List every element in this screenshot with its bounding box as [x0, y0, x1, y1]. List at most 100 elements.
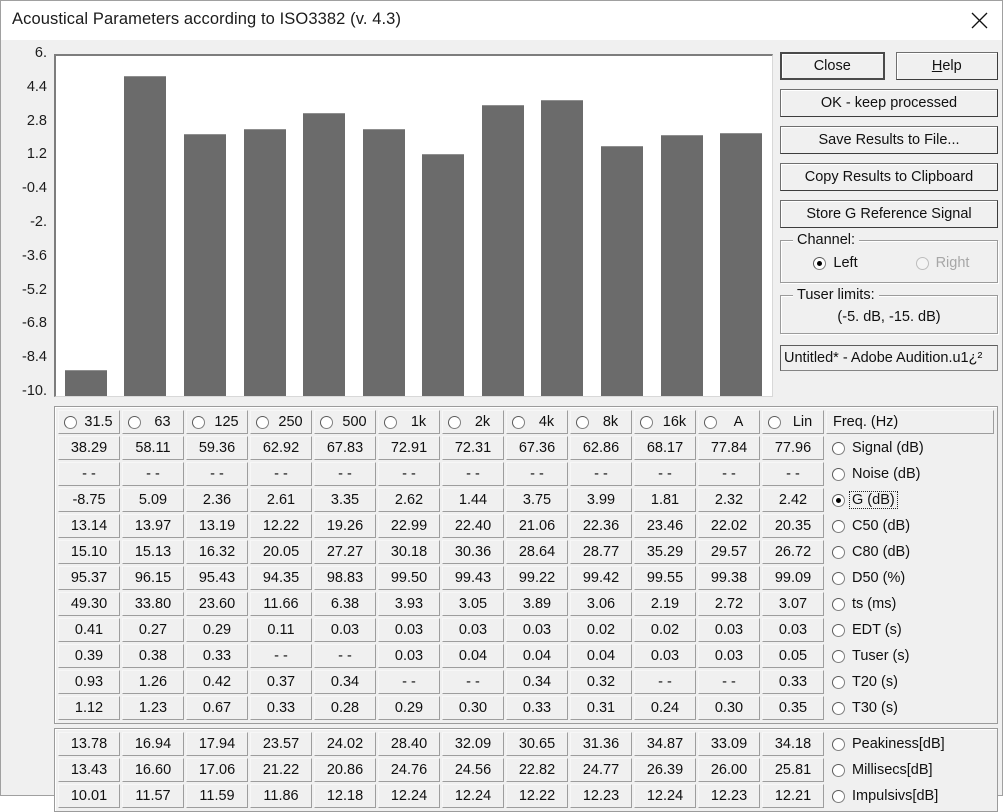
table-cell: 77.84 [698, 436, 760, 460]
parameter-label: Noise (dB) [852, 466, 921, 482]
radio-icon-impulsivs-db[interactable] [832, 789, 845, 803]
parameter-option-noise-db[interactable]: Noise (dB) [826, 462, 994, 486]
table-cell: 38.29 [58, 436, 120, 460]
table-cell: 62.86 [570, 436, 632, 460]
table-row: - -- -- -- -- -- -- -- -- -- -- -- - Nois… [57, 461, 995, 487]
radio-icon-column-8k[interactable] [576, 415, 589, 429]
radio-icon-noise-db[interactable] [832, 467, 845, 481]
column-header-label: 2k [474, 414, 491, 430]
close-dialog-button[interactable]: Close [780, 52, 885, 80]
close-button[interactable] [956, 1, 1002, 39]
table-cell: 0.33 [250, 696, 312, 720]
table-cell: 33.09 [698, 732, 760, 756]
column-header-250[interactable]: 250 [250, 410, 312, 434]
column-header-label: 63 [154, 414, 171, 430]
radio-icon-column-250[interactable] [256, 415, 269, 429]
radio-icon-column-Lin[interactable] [768, 415, 781, 429]
parameter-option-t20-s[interactable]: T20 (s) [826, 670, 994, 694]
parameter-option-tuser-s[interactable]: Tuser (s) [826, 644, 994, 668]
table-cell: 0.41 [58, 618, 120, 642]
y-axis-tick-label: -6.8 [22, 315, 47, 332]
table-cell: 1.26 [122, 670, 184, 694]
radio-icon-column-500[interactable] [320, 415, 333, 429]
radio-icon-g-db[interactable] [832, 493, 845, 507]
radio-icon-right[interactable] [915, 256, 929, 270]
help-button[interactable]: Help [895, 52, 998, 80]
radio-icon-edt-s[interactable] [832, 623, 845, 637]
table-cell: 95.43 [186, 566, 248, 590]
radio-icon-column-2k[interactable] [448, 415, 461, 429]
store-g-reference-signal-button[interactable]: Store G Reference Signal [780, 200, 998, 228]
channel-left-option[interactable]: Left [787, 255, 884, 271]
table-cell: 32.09 [442, 732, 504, 756]
close-help-row: Close Help [780, 52, 998, 80]
table-cell: 0.29 [186, 618, 248, 642]
title-bar: Acoustical Parameters according to ISO33… [1, 1, 1002, 40]
tuser-limits-label: Tuser limits: [793, 287, 879, 303]
table-cell: 13.78 [58, 732, 120, 756]
radio-icon-column-63[interactable] [128, 415, 141, 429]
radio-icon-d50[interactable] [832, 571, 845, 585]
radio-icon-column-4k[interactable] [512, 415, 525, 429]
table-cell: 0.05 [762, 644, 824, 668]
parameter-option-impulsivs-db[interactable]: Impulsivs[dB] [826, 784, 994, 808]
column-header-63[interactable]: 63 [122, 410, 184, 434]
radio-icon-column-16k[interactable] [640, 415, 653, 429]
y-axis-tick-label: 4.4 [26, 78, 47, 95]
column-header-4k[interactable]: 4k [506, 410, 568, 434]
table-cell: 15.10 [58, 540, 120, 564]
table-cell: 0.03 [634, 644, 696, 668]
column-header-2k[interactable]: 2k [442, 410, 504, 434]
table-cell: 99.22 [506, 566, 568, 590]
ok-keep-processed-button[interactable]: OK - keep processed [780, 89, 998, 117]
radio-icon-t20-s[interactable] [832, 675, 845, 689]
table-cell: - - [698, 670, 760, 694]
parameter-option-millisecs-db[interactable]: Millisecs[dB] [826, 758, 994, 782]
table-cell: 20.86 [314, 758, 376, 782]
column-header-125[interactable]: 125 [186, 410, 248, 434]
radio-icon-column-1k[interactable] [384, 415, 397, 429]
radio-icon-tuser-s[interactable] [832, 649, 845, 663]
parameter-option-c80-db[interactable]: C80 (dB) [826, 540, 994, 564]
table-row: 49.30 33.80 23.60 11.66 6.38 3.93 3.05 3.89 3.06… [57, 591, 995, 617]
parameter-option-signal-db[interactable]: Signal (dB) [826, 436, 994, 460]
radio-icon-peakiness-db[interactable] [832, 737, 845, 751]
table-cell: - - [442, 462, 504, 486]
parameter-option-ts-ms[interactable]: ts (ms) [826, 592, 994, 616]
column-header-16k[interactable]: 16k [634, 410, 696, 434]
radio-icon-c80-db[interactable] [832, 545, 845, 559]
column-header-500[interactable]: 500 [314, 410, 376, 434]
table-row: 15.10 15.13 16.32 20.05 27.27 30.18 30.36 28.64… [57, 539, 995, 565]
table-cell: 0.32 [570, 670, 632, 694]
parameter-option-peakiness-db[interactable]: Peakiness[dB] [826, 732, 994, 756]
radio-icon-column-A[interactable] [704, 415, 717, 429]
radio-icon-signal-db[interactable] [832, 441, 845, 455]
window-title: Acoustical Parameters according to ISO33… [12, 10, 402, 28]
parameter-option-t30-s[interactable]: T30 (s) [826, 696, 994, 720]
table-cell: 67.36 [506, 436, 568, 460]
parameter-option-edt-s[interactable]: EDT (s) [826, 618, 994, 642]
source-file-field[interactable]: Untitled* - Adobe Audition.u1¿² [780, 345, 998, 371]
radio-icon-t30-s[interactable] [832, 701, 845, 715]
copy-results-to-clipboard-button[interactable]: Copy Results to Clipboard [780, 163, 998, 191]
radio-icon-millisecs-db[interactable] [832, 763, 845, 777]
column-header-A[interactable]: A [698, 410, 760, 434]
table-cell: 77.96 [762, 436, 824, 460]
column-header-8k[interactable]: 8k [570, 410, 632, 434]
table-cell: 1.81 [634, 488, 696, 512]
column-header-31.5[interactable]: 31.5 [58, 410, 120, 434]
column-header-Lin[interactable]: Lin [762, 410, 824, 434]
table-cell: 34.18 [762, 732, 824, 756]
column-header-1k[interactable]: 1k [378, 410, 440, 434]
parameter-option-g-db[interactable]: G (dB) [826, 488, 994, 512]
save-results-to-file-button[interactable]: Save Results to File... [780, 126, 998, 154]
parameter-option-d50[interactable]: D50 (%) [826, 566, 994, 590]
radio-icon-c50-db[interactable] [832, 519, 845, 533]
radio-icon-column-125[interactable] [192, 415, 205, 429]
radio-icon-ts-ms[interactable] [832, 597, 845, 611]
table-cell: 22.82 [506, 758, 568, 782]
radio-icon-left[interactable] [813, 256, 827, 270]
parameter-option-c50-db[interactable]: C50 (dB) [826, 514, 994, 538]
channel-right-option[interactable]: Right [894, 255, 991, 271]
radio-icon-column-31.5[interactable] [64, 415, 77, 429]
